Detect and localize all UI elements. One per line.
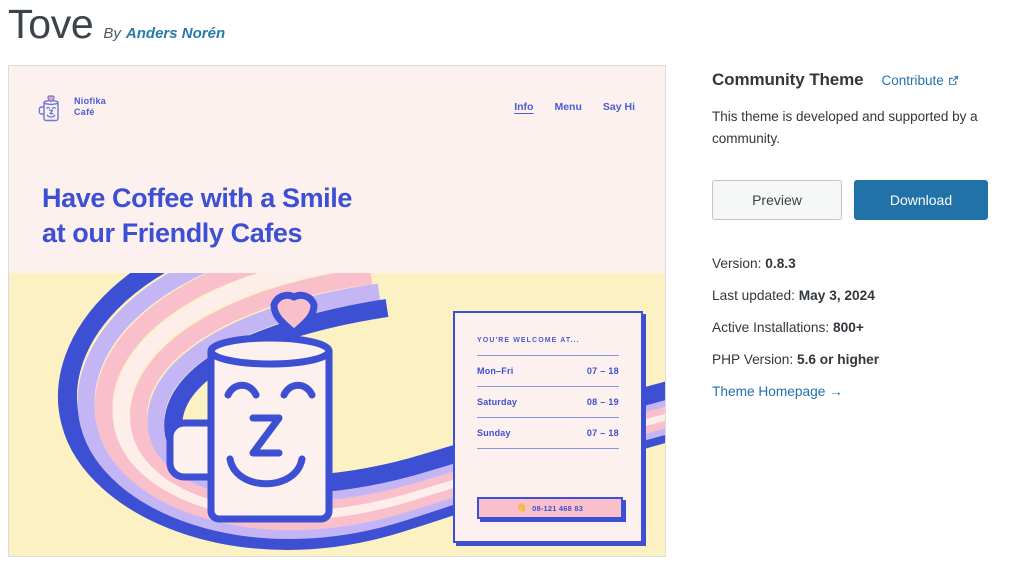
opening-hours-card: YOU'RE WELCOME AT... Mon–Fri 07 – 18 Sat…: [453, 311, 643, 543]
author-link[interactable]: Anders Norén: [126, 25, 225, 42]
theme-homepage-link[interactable]: Theme Homepage →: [712, 376, 843, 408]
meta-label: PHP Version:: [712, 352, 794, 367]
mock-nav-item-info[interactable]: Info: [514, 101, 533, 113]
theme-screenshot[interactable]: Niofika Café Info Menu Say Hi Have Coffe…: [8, 65, 666, 557]
meta-value: 0.8.3: [765, 256, 796, 271]
mock-nav-item-say-hi[interactable]: Say Hi: [603, 101, 635, 113]
hours-table: Mon–Fri 07 – 18 Saturday 08 – 19 Sunday …: [477, 355, 619, 449]
theme-info-panel: Community Theme Contribute This theme is…: [712, 70, 1012, 408]
theme-action-buttons: Preview Download: [712, 180, 1012, 220]
smiling-mug-illustration: [166, 291, 333, 523]
author-by-label: By: [103, 25, 121, 42]
hours-time: 07 – 18: [586, 366, 619, 376]
mock-headline: Have Coffee with a Smile at our Friendly…: [42, 181, 352, 251]
brand-line-1: Niofika: [74, 96, 107, 106]
community-theme-description: This theme is developed and supported by…: [712, 109, 978, 146]
mock-site-hero: YOU'RE WELCOME AT... Mon–Fri 07 – 18 Sat…: [9, 273, 665, 556]
community-theme-title: Community Theme: [712, 70, 864, 89]
meta-value: May 3, 2024: [798, 288, 875, 303]
hours-day: Sunday: [477, 428, 511, 438]
hours-day: Saturday: [477, 397, 518, 407]
meta-label: Active Installations:: [712, 320, 830, 335]
hours-row: Mon–Fri 07 – 18: [477, 356, 619, 387]
hours-row: Saturday 08 – 19: [477, 387, 619, 418]
waving-hand-icon: 👋: [516, 503, 528, 512]
mock-site-header: Niofika Café Info Menu Say Hi Have Coffe…: [9, 66, 665, 273]
brand-text: Niofika Café: [74, 96, 106, 118]
download-button[interactable]: Download: [854, 180, 988, 220]
phone-number: 08-121 468 83: [532, 503, 584, 513]
hours-day: Mon–Fri: [477, 366, 514, 376]
meta-value: 5.6 or higher: [796, 352, 880, 367]
theme-header: Tove By Anders Norén: [8, 0, 225, 48]
contribute-label: Contribute: [881, 73, 944, 88]
mock-headline-line-2: at our Friendly Cafes: [42, 218, 303, 248]
phone-button[interactable]: 👋 08-121 468 83: [477, 497, 623, 519]
meta-row-php-version: PHP Version: 5.6 or higher: [712, 344, 1012, 376]
hours-time: 07 – 18: [586, 428, 619, 438]
external-link-icon: [948, 76, 958, 85]
hours-row: Sunday 07 – 18: [477, 418, 619, 449]
meta-label: Version:: [712, 256, 762, 271]
site-brand[interactable]: Niofika Café: [35, 90, 106, 124]
community-theme-row: Community Theme Contribute: [712, 70, 1012, 90]
meta-row-version: Version: 0.8.3: [712, 248, 1012, 280]
hours-card-label: YOU'RE WELCOME AT...: [477, 337, 580, 344]
mock-headline-line-1: Have Coffee with a Smile: [42, 183, 352, 213]
hours-time: 08 – 19: [586, 397, 619, 407]
contribute-link[interactable]: Contribute: [882, 73, 959, 88]
mock-nav-links: Info Menu Say Hi: [514, 101, 635, 113]
meta-label: Last updated:: [712, 288, 795, 303]
meta-row-active-installations: Active Installations: 800+: [712, 312, 1012, 344]
coffee-mug-heart-icon: [38, 95, 59, 122]
mock-navbar: Niofika Café Info Menu Say Hi: [35, 90, 635, 124]
brand-line-2: Café: [74, 107, 95, 117]
mock-nav-item-menu[interactable]: Menu: [554, 101, 581, 113]
meta-row-last-updated: Last updated: May 3, 2024: [712, 280, 1012, 312]
meta-value: 800+: [832, 320, 864, 335]
page-title: Tove: [8, 1, 94, 47]
theme-metadata-list: Version: 0.8.3 Last updated: May 3, 2024…: [712, 248, 1012, 408]
preview-button[interactable]: Preview: [712, 180, 842, 220]
